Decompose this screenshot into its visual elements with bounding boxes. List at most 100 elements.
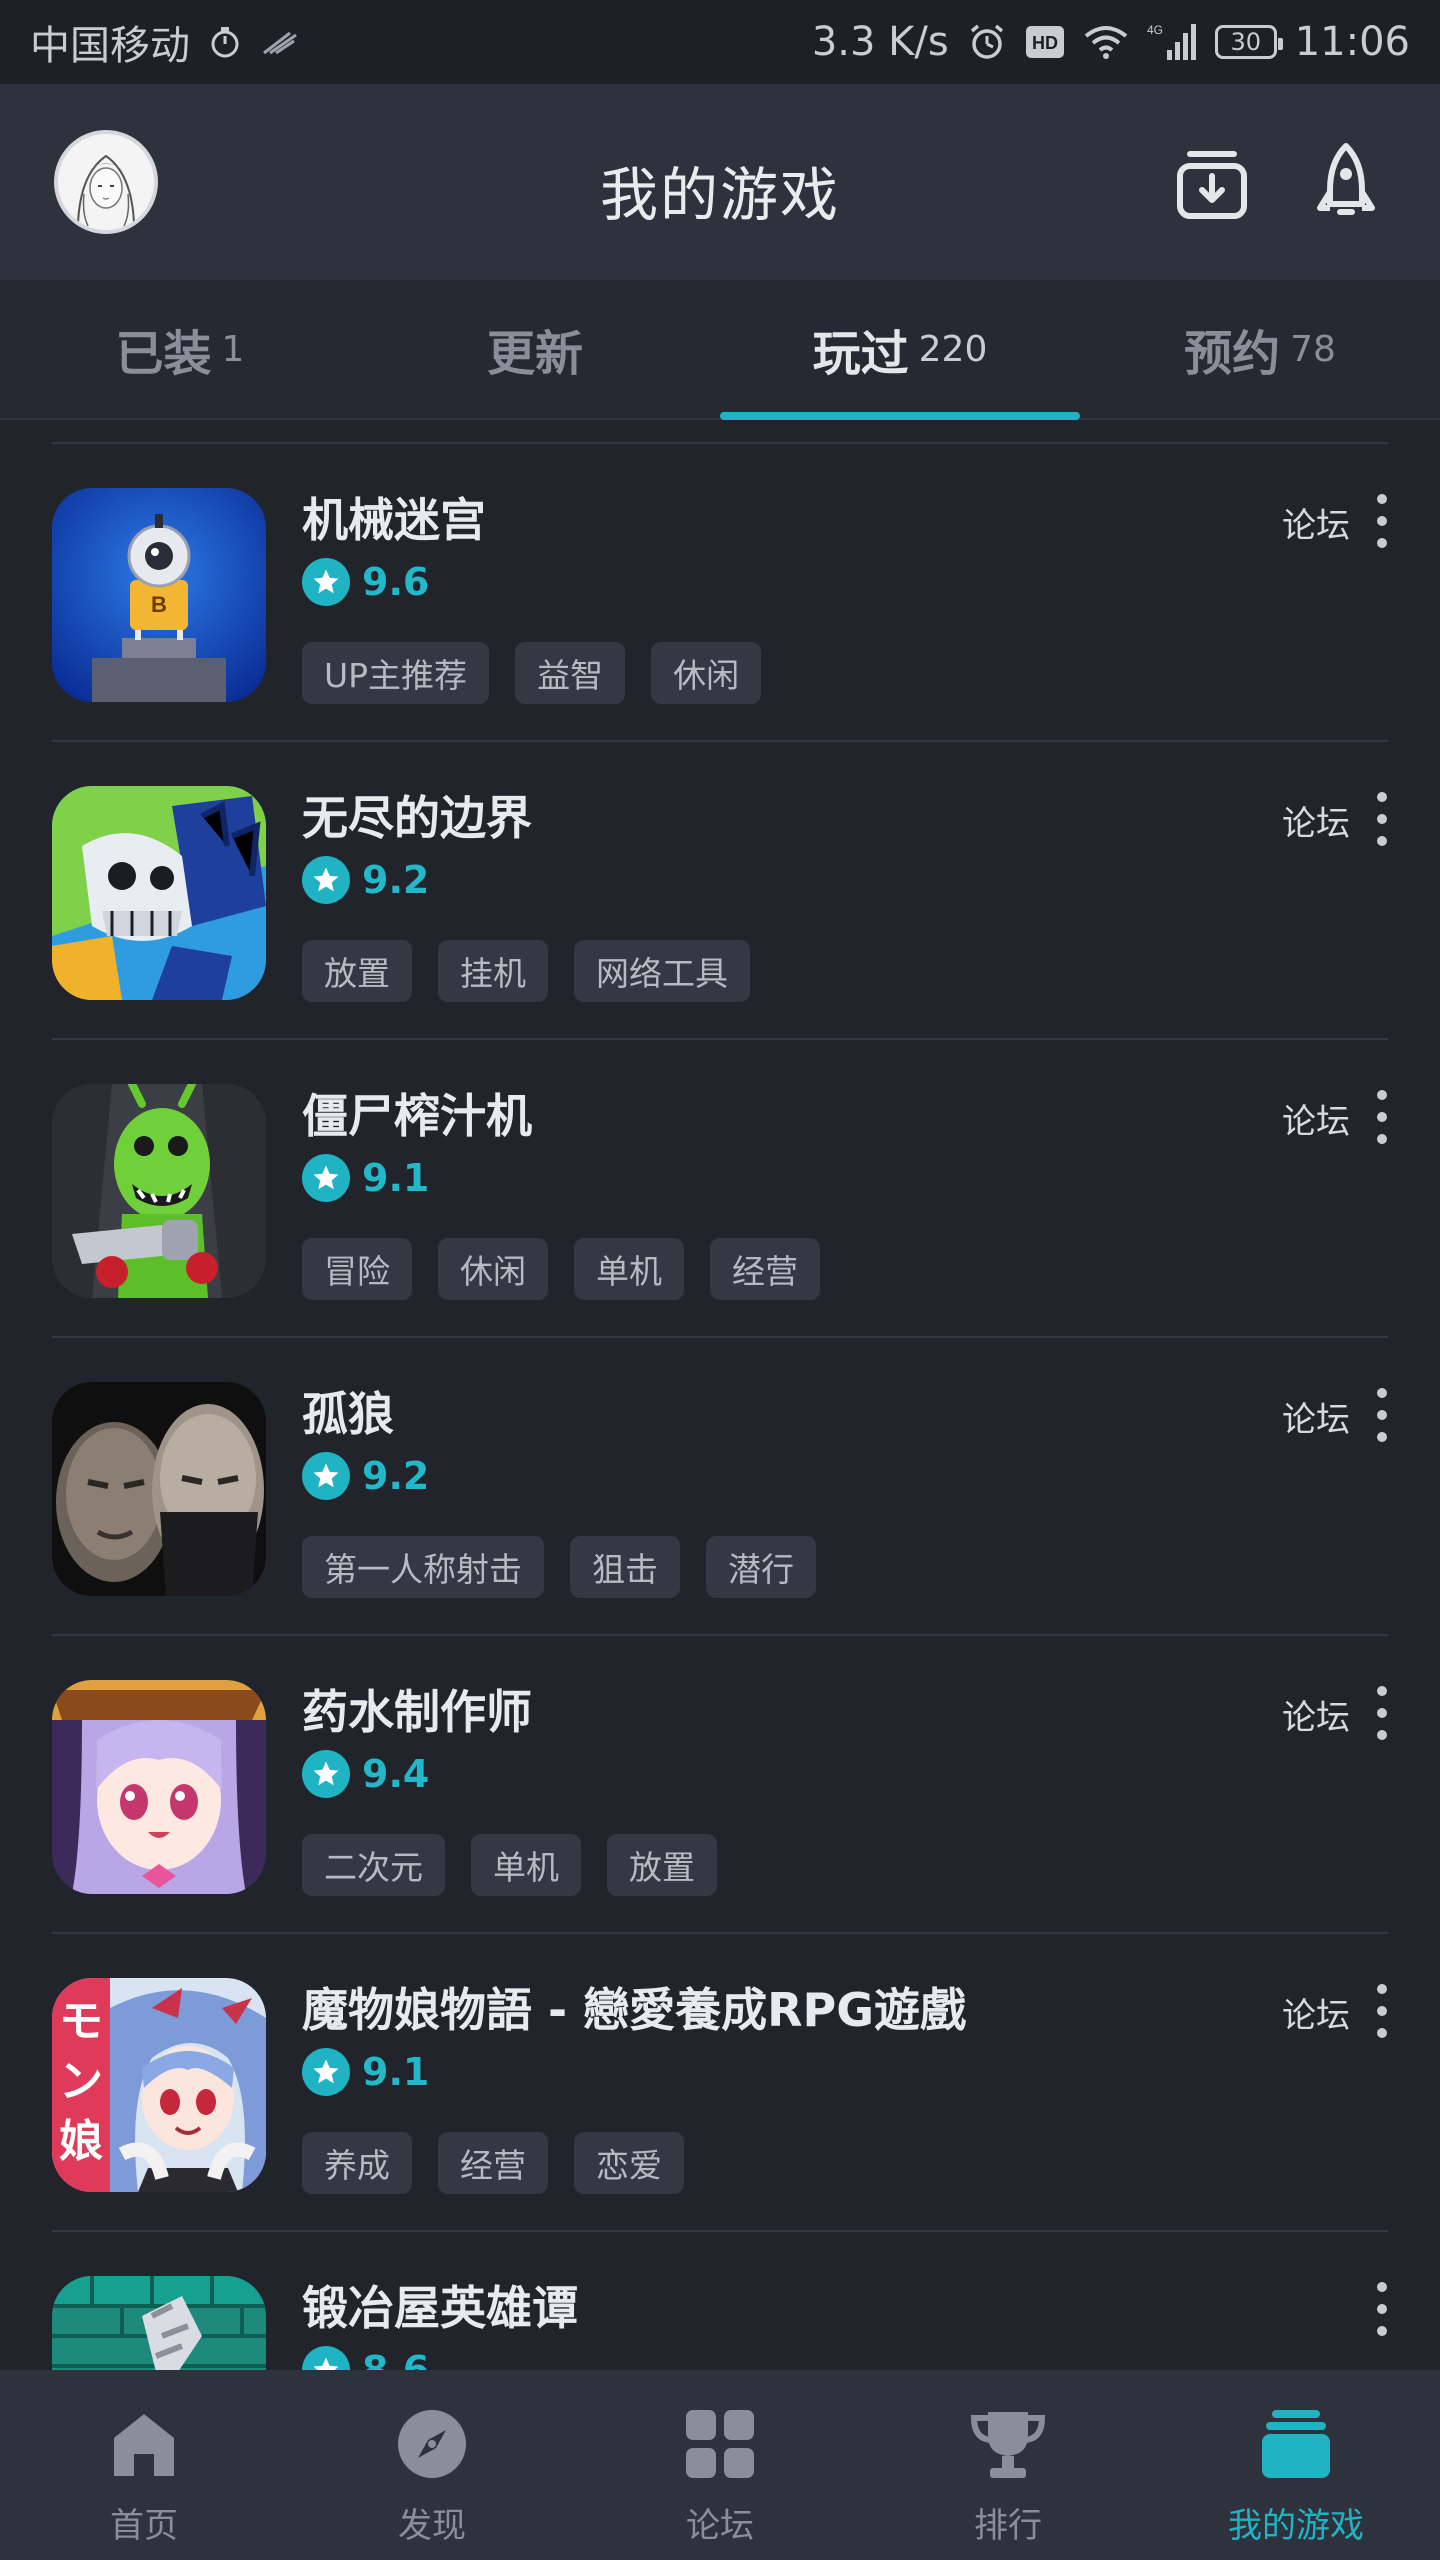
tag-list: 二次元 单机 放置 — [302, 1834, 717, 1896]
game-title: 魔物娘物語 - 戀愛養成RPG遊戲 — [302, 1983, 967, 2037]
status-bar: 中国移动 3.3 K/s HD 4G 30 11:06 — [0, 0, 1440, 84]
game-icon[interactable] — [52, 1680, 266, 1894]
tab-played[interactable]: 玩过 220 — [720, 280, 1080, 420]
svg-text:B: B — [151, 592, 167, 617]
rocket-icon — [1317, 143, 1375, 215]
game-icon[interactable]: B — [52, 488, 266, 702]
nav-forum[interactable]: 论坛 — [576, 2370, 864, 2560]
my-games-icon — [1262, 2410, 1330, 2478]
tag[interactable]: 休闲 — [651, 642, 762, 704]
more-options-icon[interactable] — [1366, 792, 1398, 846]
tag[interactable]: 二次元 — [302, 1834, 445, 1896]
more-options-icon[interactable] — [1366, 1984, 1398, 2038]
tag[interactable]: 单机 — [574, 1238, 684, 1300]
forum-link[interactable]: 论坛 — [1282, 1988, 1350, 2037]
svg-text:HD: HD — [1032, 33, 1058, 53]
tag[interactable]: 养成 — [302, 2132, 412, 2194]
tab-bar: 已装 1 更新 玩过 220 预约 78 — [0, 280, 1440, 420]
nav-label: 我的游戏 — [1228, 2506, 1364, 2546]
tab-label: 预约 — [1184, 326, 1281, 382]
battery-indicator: 30 — [1214, 25, 1283, 59]
forum-link[interactable]: 论坛 — [1282, 796, 1350, 845]
more-options-icon[interactable] — [1366, 2282, 1398, 2336]
game-icon[interactable] — [52, 1084, 266, 1298]
game-icon[interactable]: モ ン 娘 — [52, 1978, 266, 2192]
forum-link[interactable]: 论坛 — [1282, 1094, 1350, 1143]
tag[interactable]: 放置 — [607, 1834, 717, 1896]
download-button[interactable] — [1172, 142, 1252, 222]
rating-value: 9.2 — [362, 858, 430, 902]
nav-home[interactable]: 首页 — [0, 2370, 288, 2560]
clock: 11:06 — [1294, 19, 1410, 65]
tag[interactable]: 休闲 — [438, 1238, 548, 1300]
game-list-item[interactable]: 僵尸榨汁机 9.1 冒险 休闲 单机 经营 论坛 — [0, 1040, 1440, 1338]
game-rating: 9.2 — [302, 856, 429, 904]
tag[interactable]: 经营 — [438, 2132, 548, 2194]
game-list-item[interactable]: 药水制作师 9.4 二次元 单机 放置 论坛 — [0, 1636, 1440, 1934]
nav-my-games[interactable]: 我的游戏 — [1152, 2370, 1440, 2560]
game-icon[interactable] — [52, 1382, 266, 1596]
tag[interactable]: UP主推荐 — [302, 642, 490, 704]
grid-icon — [686, 2410, 754, 2478]
tag[interactable]: 挂机 — [438, 940, 548, 1002]
nav-ranking[interactable]: 排行 — [864, 2370, 1152, 2560]
game-icon[interactable] — [52, 2276, 266, 2370]
game-title: 锻冶屋英雄谭 — [302, 2281, 578, 2335]
game-icon[interactable] — [52, 786, 266, 1000]
more-options-icon[interactable] — [1366, 1686, 1398, 1740]
more-options-icon[interactable] — [1366, 1388, 1398, 1442]
tab-label: 更新 — [486, 326, 583, 382]
comet-icon — [260, 27, 300, 57]
game-rating: 8.6 — [302, 2346, 429, 2370]
tag[interactable]: 狙击 — [570, 1536, 680, 1598]
tag[interactable]: 第一人称射击 — [302, 1536, 544, 1598]
game-list[interactable]: B 机械迷宫 9.6 UP主推荐 益智 休闲 论坛 无尽的边界 9.2 放置 挂… — [0, 420, 1440, 2370]
game-rating: 9.4 — [302, 1750, 429, 1798]
tab-reserved[interactable]: 预约 78 — [1080, 280, 1440, 418]
more-options-icon[interactable] — [1366, 1090, 1398, 1144]
tag[interactable]: 单机 — [471, 1834, 581, 1896]
forum-link[interactable]: 论坛 — [1282, 1690, 1350, 1739]
tag[interactable]: 恋爱 — [574, 2132, 684, 2194]
tab-count: 220 — [918, 328, 988, 370]
app-header: 我的游戏 — [0, 84, 1440, 280]
hd-badge: HD — [1025, 24, 1065, 60]
forum-link[interactable]: 论坛 — [1282, 498, 1350, 547]
rating-value: 9.2 — [362, 1454, 430, 1498]
alarm-icon — [967, 22, 1007, 62]
tag[interactable]: 经营 — [710, 1238, 820, 1300]
timer-icon — [208, 25, 242, 59]
tag-list: 放置 挂机 网络工具 — [302, 940, 750, 1002]
tag[interactable]: 放置 — [302, 940, 412, 1002]
rating-value: 9.1 — [362, 1156, 430, 1200]
game-rating: 9.1 — [302, 2048, 429, 2096]
tab-count: 78 — [1290, 328, 1336, 370]
game-rating: 9.2 — [302, 1452, 429, 1500]
tag-list: UP主推荐 益智 休闲 — [302, 642, 762, 704]
tag[interactable]: 益智 — [515, 642, 626, 704]
nav-label: 排行 — [974, 2506, 1042, 2546]
game-list-item[interactable]: B 机械迷宫 9.6 UP主推荐 益智 休闲 论坛 — [0, 444, 1440, 742]
game-list-item[interactable]: モ ン 娘 魔物娘物語 - 戀愛養成RPG遊戲 9.1 养成 经营 恋爱 论坛 — [0, 1934, 1440, 2232]
star-icon — [302, 1154, 350, 1202]
rating-value: 8.6 — [362, 2348, 430, 2370]
tag[interactable]: 潜行 — [706, 1536, 816, 1598]
rating-value: 9.1 — [362, 2050, 430, 2094]
home-icon — [114, 2414, 174, 2476]
speedup-button[interactable] — [1306, 142, 1386, 222]
forum-link[interactable]: 论坛 — [1282, 1392, 1350, 1441]
nav-discover[interactable]: 发现 — [288, 2370, 576, 2560]
game-list-item[interactable]: 锻冶屋英雄谭 8.6 — [0, 2232, 1440, 2370]
tag[interactable]: 网络工具 — [574, 940, 750, 1002]
download-icon — [1177, 151, 1247, 219]
game-list-item[interactable]: 无尽的边界 9.2 放置 挂机 网络工具 论坛 — [0, 742, 1440, 1040]
star-icon — [302, 2346, 350, 2370]
tab-installed[interactable]: 已装 1 — [0, 280, 360, 418]
tab-label: 玩过 — [812, 326, 909, 382]
more-options-icon[interactable] — [1366, 494, 1398, 548]
star-icon — [302, 2048, 350, 2096]
tab-updates[interactable]: 更新 — [360, 280, 720, 418]
game-list-item[interactable]: 孤狼 9.2 第一人称射击 狙击 潜行 论坛 — [0, 1338, 1440, 1636]
carrier-label: 中国移动 — [30, 23, 190, 69]
tag[interactable]: 冒险 — [302, 1238, 412, 1300]
